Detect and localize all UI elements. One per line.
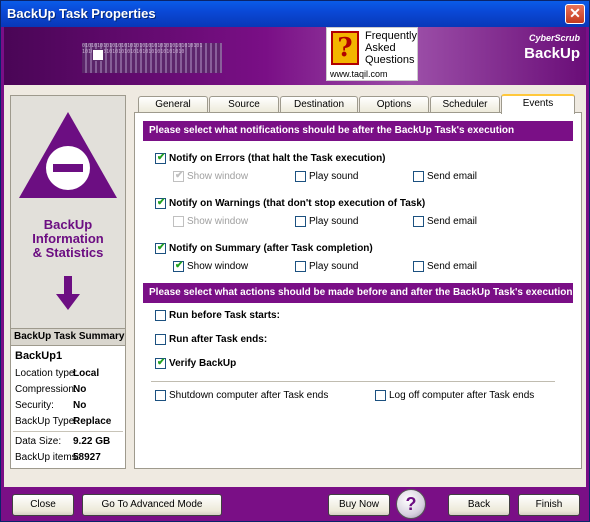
main-content: BackUp Information & Statistics BackUp T… (4, 85, 586, 487)
warnings-play-sound-label: Play sound (309, 216, 359, 227)
header-banner: 0101010101010101010101010101010101010101… (4, 27, 586, 85)
back-button[interactable]: Back (448, 494, 510, 516)
title-bar: BackUp Task Properties ✕ (1, 1, 589, 27)
summary-header: BackUp Task Summary (11, 328, 125, 346)
errors-send-email-label: Send email (427, 171, 478, 182)
verify-backup-checkbox[interactable] (155, 357, 166, 369)
brand-small: CyberScrub (528, 33, 580, 43)
task-name: BackUp1 (15, 350, 63, 362)
errors-play-sound-label: Play sound (309, 171, 359, 182)
sidebar-info-area: BackUp Information & Statistics (11, 96, 125, 328)
window-title: BackUp Task Properties (7, 6, 156, 21)
actions-header: Please select what actions should be mad… (143, 283, 573, 303)
run-after-checkbox[interactable] (155, 334, 166, 345)
tab-destination[interactable]: Destination (280, 96, 358, 113)
tab-scheduler[interactable]: Scheduler (430, 96, 500, 113)
notify-errors-checkbox[interactable] (155, 152, 166, 164)
shutdown-label: Shutdown computer after Task ends (169, 390, 329, 401)
close-window-button[interactable]: ✕ (565, 4, 585, 24)
question-mark-icon: ? (331, 31, 359, 65)
warnings-send-email-label: Send email (427, 216, 478, 227)
summary-row-location: Location type: Local (15, 368, 100, 379)
summary-show-window-label: Show window (187, 261, 249, 272)
summary-send-email-label: Send email (427, 261, 478, 272)
shutdown-checkbox[interactable] (155, 390, 166, 401)
notifications-header: Please select what notifications should … (143, 121, 573, 141)
run-before-checkbox[interactable] (155, 310, 166, 321)
summary-row-security: Security: No (15, 400, 87, 411)
notify-errors-label: Notify on Errors (that halt the Task exe… (169, 153, 386, 164)
warnings-play-sound-checkbox[interactable] (295, 216, 306, 227)
faq-url: www.taqil.com (330, 69, 388, 79)
tab-general[interactable]: General (138, 96, 208, 113)
summary-send-email-checkbox[interactable] (413, 261, 424, 272)
tab-source[interactable]: Source (209, 96, 279, 113)
footer-bar: Close Go To Advanced Mode Buy Now ? Back… (4, 489, 586, 519)
faq-text: Frequently Asked Questions (365, 30, 417, 66)
advanced-mode-button[interactable]: Go To Advanced Mode (82, 494, 222, 516)
tab-events[interactable]: Events (501, 94, 575, 114)
sidebar-title: BackUp Information & Statistics (32, 217, 104, 260)
finish-button[interactable]: Finish (518, 494, 580, 516)
arrow-down-icon (56, 276, 80, 310)
summary-show-window-checkbox[interactable] (173, 260, 184, 272)
close-button[interactable]: Close (12, 494, 74, 516)
no-entry-triangle-icon (19, 112, 117, 198)
notify-summary-checkbox[interactable] (155, 242, 166, 254)
run-before-label: Run before Task starts: (169, 310, 280, 321)
warnings-show-window-checkbox[interactable] (173, 216, 184, 227)
summary-row-items: BackUp items: 58927 (15, 452, 101, 463)
errors-show-window-checkbox[interactable] (173, 170, 184, 182)
actions-divider (151, 381, 555, 382)
notify-warnings-checkbox[interactable] (155, 197, 166, 209)
errors-play-sound-checkbox[interactable] (295, 171, 306, 182)
brand-logo: BackUp (524, 45, 580, 62)
help-icon[interactable]: ? (396, 489, 426, 519)
verify-backup-label: Verify BackUp (169, 358, 237, 369)
events-panel: Please select what notifications should … (134, 112, 582, 469)
sidebar: BackUp Information & Statistics BackUp T… (10, 95, 126, 469)
notify-summary-label: Notify on Summary (after Task completion… (169, 243, 373, 254)
backup-task-properties-window: BackUp Task Properties ✕ 010101010101010… (0, 0, 590, 522)
summary-play-sound-checkbox[interactable] (295, 261, 306, 272)
tab-options[interactable]: Options (359, 96, 429, 113)
summary-row-backup-type: BackUp Type: Replace (15, 416, 112, 427)
run-after-label: Run after Task ends: (169, 334, 268, 345)
errors-send-email-checkbox[interactable] (413, 171, 424, 182)
logoff-label: Log off computer after Task ends (389, 390, 535, 401)
summary-row-compression: Compression: No (15, 384, 87, 395)
summary-row-data-size: Data Size: 9.22 GB (15, 436, 111, 447)
errors-show-window-label: Show window (187, 171, 249, 182)
summary-divider (13, 431, 123, 432)
warnings-show-window-label: Show window (187, 216, 249, 227)
faq-link[interactable]: ? Frequently Asked Questions www.taqil.c… (326, 27, 418, 81)
tab-bar: General Source Destination Options Sched… (134, 94, 582, 114)
buy-now-button[interactable]: Buy Now (328, 494, 390, 516)
warning-sign-icon (92, 49, 104, 61)
notify-warnings-label: Notify on Warnings (that don't stop exec… (169, 198, 426, 209)
warnings-send-email-checkbox[interactable] (413, 216, 424, 227)
logoff-checkbox[interactable] (375, 390, 386, 401)
summary-play-sound-label: Play sound (309, 261, 359, 272)
